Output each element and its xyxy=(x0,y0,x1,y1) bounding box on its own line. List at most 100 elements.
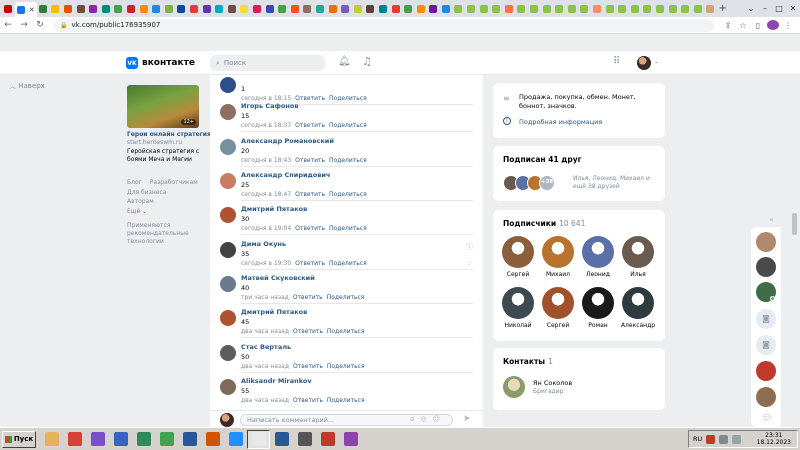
report-info-icon[interactable]: ⓘ xyxy=(466,242,473,252)
subscribers-title[interactable]: Подписчики 10 641 xyxy=(503,219,585,228)
browser-tab[interactable] xyxy=(238,2,251,16)
browser-tab[interactable] xyxy=(578,2,591,16)
share-link[interactable]: Поделиться xyxy=(329,122,367,129)
browser-tab[interactable] xyxy=(163,2,176,16)
comment-author-avatar[interactable] xyxy=(220,345,236,361)
footer-link-developers[interactable]: Разработчикам xyxy=(150,179,198,186)
browser-tab[interactable] xyxy=(691,2,704,16)
browser-tab[interactable] xyxy=(553,2,566,16)
share-link[interactable]: Поделиться xyxy=(327,328,365,335)
reply-link[interactable]: Ответить xyxy=(295,122,325,129)
browser-tab[interactable] xyxy=(37,2,50,16)
browser-tab[interactable] xyxy=(314,2,327,16)
share-link[interactable]: Поделиться xyxy=(329,260,367,267)
recommendation-notice[interactable]: Применяются рекомендательные технологии xyxy=(127,222,197,246)
browser-tab[interactable] xyxy=(465,2,478,16)
like-heart-icon[interactable]: ♡ xyxy=(466,260,472,268)
share-link[interactable]: Поделиться xyxy=(329,157,367,164)
subscriber-item[interactable]: Сергей xyxy=(498,236,538,278)
comment-time[interactable]: два часа назад xyxy=(241,397,289,404)
browser-tab[interactable] xyxy=(213,2,226,16)
comment-author-avatar[interactable] xyxy=(220,242,236,258)
browser-tab[interactable] xyxy=(150,2,163,16)
browser-tab[interactable] xyxy=(125,2,138,16)
apps-grid-icon[interactable]: ⠿ xyxy=(613,56,620,67)
browser-tab[interactable] xyxy=(339,2,352,16)
comment-author-avatar[interactable] xyxy=(220,173,236,189)
collapse-chats-icon[interactable]: « xyxy=(769,215,774,224)
browser-tab[interactable] xyxy=(2,2,15,16)
browser-tab[interactable] xyxy=(112,2,125,16)
reply-link[interactable]: Ответить xyxy=(293,397,323,404)
tray-app-icon[interactable] xyxy=(706,434,716,444)
browser-tab[interactable] xyxy=(74,2,87,16)
subscriber-item[interactable]: Леонид xyxy=(578,236,618,278)
chevron-down-icon[interactable]: ⌄ xyxy=(654,58,659,65)
friends-card[interactable]: Подписан 41 друг +38 Илья, Леонид, Михаи… xyxy=(493,146,665,201)
bookmark-star-icon[interactable]: ☆ xyxy=(737,21,749,30)
footer-link-business[interactable]: Для бизнеса xyxy=(127,189,166,196)
browser-tab[interactable] xyxy=(641,2,654,16)
browser-tab[interactable] xyxy=(263,2,276,16)
taskbar-app-button[interactable] xyxy=(293,430,316,449)
browser-tab[interactable] xyxy=(704,2,717,16)
taskbar-app-button[interactable] xyxy=(247,429,270,449)
comment-time[interactable]: сегодня в 18:47 xyxy=(241,191,291,198)
comment-author-name[interactable]: Дима Окунь xyxy=(241,240,286,248)
comment-author-name[interactable]: Дмитрий Пятаков xyxy=(241,205,307,213)
browser-tab[interactable] xyxy=(629,2,642,16)
comment-time[interactable]: сегодня в 18:15 xyxy=(241,95,291,102)
chat-avatar[interactable] xyxy=(756,387,776,407)
browser-tab[interactable] xyxy=(654,2,667,16)
reload-icon[interactable]: ↻ xyxy=(32,20,48,30)
browser-tab[interactable] xyxy=(251,2,264,16)
taskbar-app-button[interactable] xyxy=(109,430,132,449)
share-link[interactable]: Поделиться xyxy=(327,294,365,301)
camera-placeholder-icon[interactable]: ◙ xyxy=(756,309,776,329)
chat-bubble-icon[interactable]: 💬︎ xyxy=(762,413,772,422)
reply-link[interactable]: Ответить xyxy=(293,363,323,370)
search-input[interactable]: ⌕ Поиск xyxy=(210,55,325,71)
subscriber-item[interactable]: Михаил xyxy=(538,236,578,278)
reply-link[interactable]: Ответить xyxy=(295,260,325,267)
browser-tab[interactable] xyxy=(603,2,616,16)
reply-link[interactable]: Ответить xyxy=(295,191,325,198)
browser-tab[interactable] xyxy=(377,2,390,16)
browser-tab[interactable] xyxy=(477,2,490,16)
share-link[interactable]: Поделиться xyxy=(327,363,365,370)
comment-author-name[interactable]: Стас Верталь xyxy=(241,343,291,351)
send-icon[interactable]: ➤ xyxy=(463,414,471,424)
footer-link-more[interactable]: Ещё ⌄ xyxy=(127,208,147,215)
camera-icon[interactable]: ◎ xyxy=(420,415,428,423)
browser-tab-active[interactable]: ✕ xyxy=(14,2,37,17)
comment-time[interactable]: сегодня в 19:04 xyxy=(241,225,291,232)
comment-time[interactable]: три часа назад xyxy=(241,294,289,301)
comment-time[interactable]: сегодня в 18:37 xyxy=(241,122,291,129)
browser-tab[interactable] xyxy=(503,2,516,16)
browser-tab[interactable] xyxy=(666,2,679,16)
tab-search-icon[interactable]: ⌄ xyxy=(744,4,758,13)
chat-avatar[interactable] xyxy=(756,257,776,277)
taskbar-app-button[interactable] xyxy=(270,430,293,449)
subscriber-item[interactable]: Роман xyxy=(578,287,618,329)
comment-author-avatar[interactable] xyxy=(220,379,236,395)
forward-icon[interactable]: → xyxy=(16,20,32,30)
comment-author-avatar[interactable] xyxy=(220,310,236,326)
vk-logo[interactable]: VK вконтакте xyxy=(126,57,195,69)
browser-tab[interactable] xyxy=(276,2,289,16)
browser-tab[interactable] xyxy=(49,2,62,16)
comment-author-avatar[interactable] xyxy=(220,276,236,292)
reply-link[interactable]: Ответить xyxy=(295,225,325,232)
network-icon[interactable] xyxy=(719,434,729,444)
friends-title[interactable]: Подписан 41 друг xyxy=(503,155,582,164)
scroll-to-top-link[interactable]: ︿ Наверх xyxy=(9,81,45,91)
start-button[interactable]: Пуск xyxy=(2,430,36,448)
browser-tab[interactable] xyxy=(326,2,339,16)
comment-time[interactable]: сегодня в 18:43 xyxy=(241,157,291,164)
ad-title[interactable]: Герои онлайн стратегия xyxy=(127,131,211,138)
share-link[interactable]: Поделиться xyxy=(329,191,367,198)
browser-tab[interactable] xyxy=(389,2,402,16)
comment-author-name[interactable]: Матвей Скуковский xyxy=(241,274,315,282)
comment-author-name[interactable]: Дмитрий Пятаков xyxy=(241,308,307,316)
system-clock[interactable]: 23:31 18.12.2023 xyxy=(757,432,791,446)
